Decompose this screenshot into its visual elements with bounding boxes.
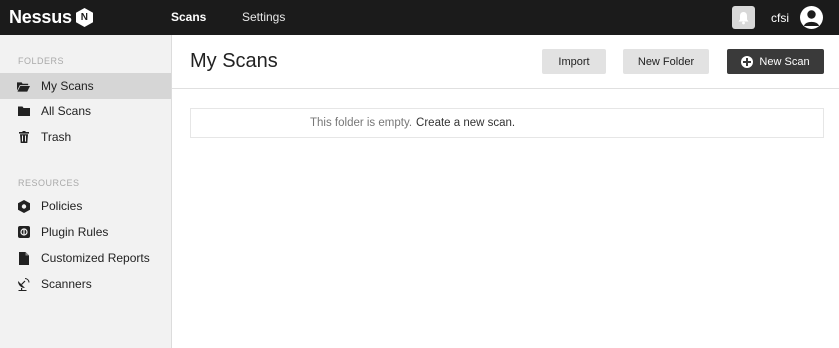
policy-icon xyxy=(17,199,30,213)
nessus-logo[interactable]: Nessus N xyxy=(9,7,93,28)
sidebar-item-label: All Scans xyxy=(41,104,92,118)
satellite-dish-icon xyxy=(17,277,30,291)
nav-scans[interactable]: Scans xyxy=(171,10,206,24)
new-scan-label: New Scan xyxy=(759,55,810,68)
top-navbar: Nessus N Scans Settings cfsi xyxy=(0,0,839,35)
sidebar-item-customized-reports[interactable]: Customized Reports xyxy=(0,245,171,271)
resources-section-title: RESOURCES xyxy=(18,178,80,188)
trash-icon xyxy=(17,131,30,144)
plugin-rules-icon xyxy=(17,226,30,239)
create-new-scan-link[interactable]: Create a new scan. xyxy=(416,117,515,129)
sidebar-item-label: Trash xyxy=(41,130,72,144)
sidebar-item-label: Scanners xyxy=(41,277,92,291)
new-folder-button[interactable]: New Folder xyxy=(623,49,709,74)
new-scan-button[interactable]: New Scan xyxy=(727,49,824,74)
sidebar-item-label: Customized Reports xyxy=(41,251,150,265)
folders-section-title: FOLDERS xyxy=(18,56,65,66)
report-icon xyxy=(17,251,30,265)
logo-text: Nessus xyxy=(9,7,72,27)
sidebar-item-all-scans[interactable]: All Scans xyxy=(0,98,171,124)
import-button[interactable]: Import xyxy=(542,49,606,74)
sidebar-item-scanners[interactable]: Scanners xyxy=(0,271,171,297)
sidebar-item-label: Plugin Rules xyxy=(41,225,109,239)
sidebar-item-label: Policies xyxy=(41,199,83,213)
folder-open-icon xyxy=(17,80,30,93)
sidebar-item-policies[interactable]: Policies xyxy=(0,193,171,219)
user-name[interactable]: cfsi xyxy=(771,11,789,25)
notifications-bell-icon[interactable] xyxy=(732,6,755,29)
logo-badge-icon: N xyxy=(75,8,93,27)
sidebar: FOLDERS My Scans All Scans Trash RESOURC… xyxy=(0,35,172,348)
logo-badge-letter: N xyxy=(80,12,88,23)
empty-message-text: This folder is empty. xyxy=(310,117,413,129)
sidebar-item-trash[interactable]: Trash xyxy=(0,124,171,150)
page-title: My Scans xyxy=(190,50,278,72)
sidebar-item-plugin-rules[interactable]: Plugin Rules xyxy=(0,219,171,245)
plus-circle-icon xyxy=(741,55,754,68)
user-avatar-icon[interactable] xyxy=(800,6,823,29)
empty-folder-message: This folder is empty. Create a new scan. xyxy=(190,108,824,138)
sidebar-item-label: My Scans xyxy=(41,79,94,93)
nav-settings[interactable]: Settings xyxy=(242,10,285,24)
header-divider xyxy=(172,88,839,89)
sidebar-item-my-scans[interactable]: My Scans xyxy=(0,73,171,99)
folder-icon xyxy=(17,105,30,118)
